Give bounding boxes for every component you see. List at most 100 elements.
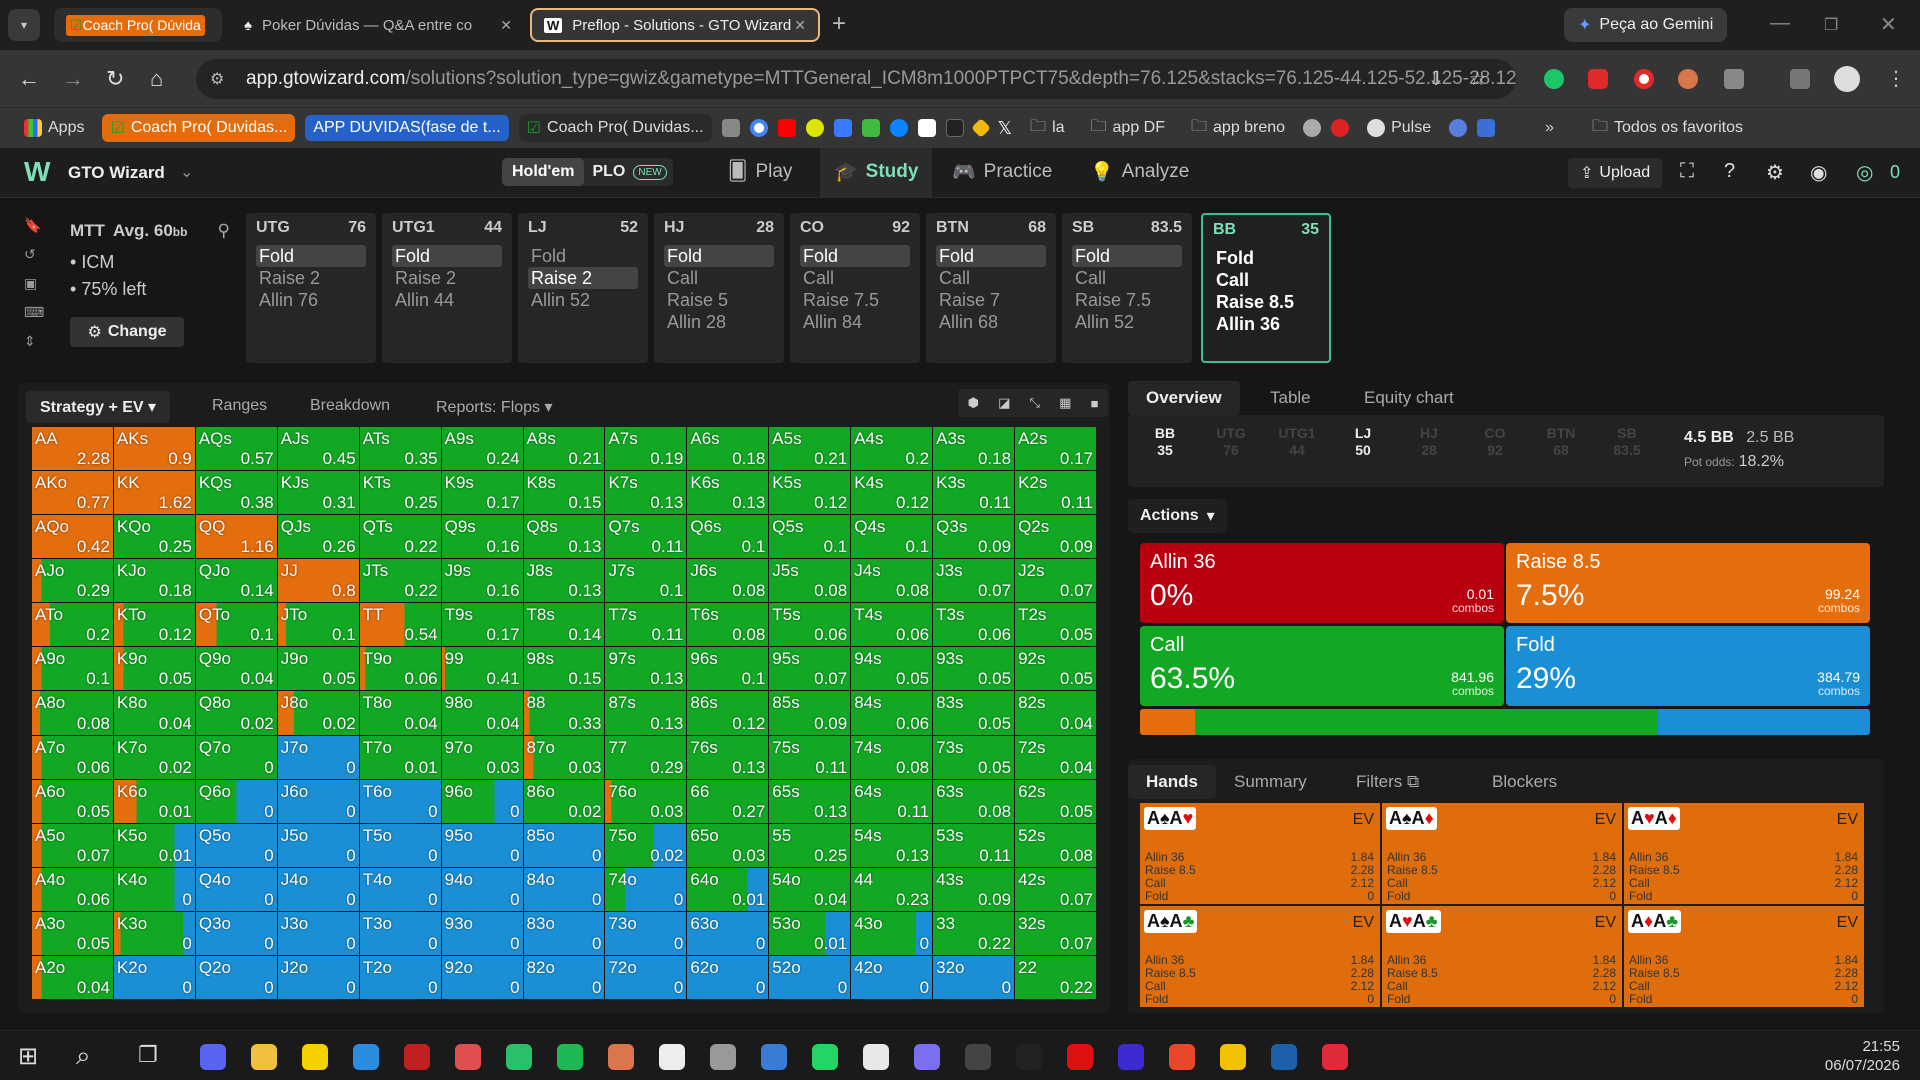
- whatsapp-icon[interactable]: [812, 1044, 838, 1070]
- pot-position-lj[interactable]: LJ 50: [1338, 425, 1388, 459]
- account-icon[interactable]: ◉: [1810, 160, 1827, 185]
- position-action[interactable]: Raise 8.5: [1213, 291, 1319, 313]
- hand-cell[interactable]: AKs 0.9: [113, 427, 195, 471]
- hand-cell[interactable]: 76o 0.03: [605, 779, 687, 823]
- minimize-icon[interactable]: —: [1770, 12, 1790, 35]
- hand-cell[interactable]: 95s 0.07: [769, 647, 851, 691]
- hand-cell[interactable]: 92s 0.05: [1015, 647, 1096, 691]
- tab-equity-chart[interactable]: Equity chart: [1346, 381, 1472, 415]
- hand-cell[interactable]: A4s 0.2: [851, 427, 933, 471]
- position-action[interactable]: Fold: [936, 245, 1046, 267]
- hand-cell[interactable]: T6s 0.08: [687, 603, 769, 647]
- tab-hands[interactable]: Hands: [1128, 765, 1216, 799]
- hand-cell[interactable]: 88 0.33: [523, 691, 605, 735]
- hand-cell[interactable]: 82s 0.04: [1015, 691, 1096, 735]
- grid-view-icon[interactable]: ▦: [1059, 395, 1071, 411]
- pot-position-hj[interactable]: HJ 28: [1404, 425, 1454, 459]
- hand-cell[interactable]: A2o 0.04: [32, 955, 113, 999]
- hand-cell[interactable]: Q4o 0: [195, 867, 277, 911]
- cortana-icon[interactable]: [353, 1044, 379, 1070]
- sb-icon[interactable]: [1271, 1044, 1297, 1070]
- tab-strategy-ev[interactable]: Strategy + EV ▾: [26, 391, 171, 423]
- position-action[interactable]: Allin 44: [392, 289, 502, 311]
- position-action[interactable]: Call: [936, 267, 1046, 289]
- position-card-btn[interactable]: BTN 68 Fold Call Raise 7 Allin 68: [926, 213, 1056, 363]
- position-card-utg1[interactable]: UTG1 44 Fold Raise 2 Allin 44: [382, 213, 512, 363]
- extension-icon-4[interactable]: [1678, 69, 1698, 89]
- site-info-icon[interactable]: ⚙: [210, 69, 224, 89]
- tab-filters[interactable]: Filters ⧉: [1338, 765, 1437, 799]
- hand-cell[interactable]: 62o 0: [687, 955, 769, 999]
- hand-cell[interactable]: QJs 0.26: [277, 515, 359, 559]
- browser-menu-icon[interactable]: ⋮: [1886, 66, 1906, 91]
- hand-cell[interactable]: 22 0.22: [1015, 955, 1096, 999]
- hand-cell[interactable]: J3s 0.07: [933, 559, 1015, 603]
- hand-cell[interactable]: T2s 0.05: [1015, 603, 1096, 647]
- hand-cell[interactable]: 76s 0.13: [687, 735, 769, 779]
- sticky-notes-icon[interactable]: [302, 1044, 328, 1070]
- bookmark-chart-icon[interactable]: [945, 119, 964, 137]
- hand-cell[interactable]: K6o 0.01: [113, 779, 195, 823]
- task-view-icon[interactable]: ❐: [138, 1042, 158, 1068]
- bookmark-red-icon[interactable]: [1331, 119, 1350, 137]
- hand-cell[interactable]: K6s 0.13: [687, 471, 769, 515]
- hand-cell[interactable]: J4o 0: [277, 867, 359, 911]
- notion-icon[interactable]: [659, 1044, 685, 1070]
- hand-cell[interactable]: ATs 0.35: [359, 427, 441, 471]
- hand-cell[interactable]: A9s 0.24: [441, 427, 523, 471]
- hand-cell[interactable]: Q9s 0.16: [441, 515, 523, 559]
- restore-icon[interactable]: ❐: [1824, 15, 1838, 35]
- x-icon[interactable]: 𝕏: [998, 118, 1013, 139]
- hand-cell[interactable]: 65s 0.13: [769, 779, 851, 823]
- google-icon[interactable]: [749, 119, 768, 137]
- hand-cell[interactable]: JTo 0.1: [277, 603, 359, 647]
- position-action[interactable]: Raise 2: [256, 267, 366, 289]
- bookmark-coach-pro-2[interactable]: ☑ Coach Pro( Duvidas...: [518, 114, 712, 142]
- position-action[interactable]: Raise 2: [528, 267, 638, 289]
- hand-cell[interactable]: 52o 0: [769, 955, 851, 999]
- position-card-hj[interactable]: HJ 28 Fold Call Raise 5 Allin 28: [654, 213, 784, 363]
- hand-cell[interactable]: QTs 0.22: [359, 515, 441, 559]
- hand-cell[interactable]: 44 0.23: [851, 867, 933, 911]
- zoom-icon[interactable]: [914, 1044, 940, 1070]
- position-action[interactable]: Allin 36: [1213, 313, 1319, 335]
- position-action[interactable]: Allin 84: [800, 311, 910, 333]
- hand-cell[interactable]: K9o 0.05: [113, 647, 195, 691]
- settings-gear-icon[interactable]: ⚙: [1766, 160, 1784, 185]
- bookmark-folder-la[interactable]: 🗀 la: [1022, 111, 1072, 146]
- hand-cell[interactable]: A3o 0.05: [32, 911, 113, 955]
- hand-cell[interactable]: Q2o 0: [195, 955, 277, 999]
- hand-cell[interactable]: QJo 0.14: [195, 559, 277, 603]
- hand-cell[interactable]: Q6s 0.1: [687, 515, 769, 559]
- nav-analyze[interactable]: 💡 Analyze: [1090, 160, 1189, 184]
- action-box-raise-8-5[interactable]: Raise 8.5 7.5% 99.24 combos: [1506, 543, 1870, 623]
- hand-cell[interactable]: Q8s 0.13: [523, 515, 605, 559]
- tab-blockers[interactable]: Blockers: [1474, 765, 1575, 799]
- bookmark-folder-app-df[interactable]: 🗀 app DF: [1083, 111, 1173, 146]
- extensions-puzzle-icon[interactable]: [1724, 69, 1744, 89]
- shield-app-icon[interactable]: [506, 1044, 532, 1070]
- calculator-icon[interactable]: [761, 1044, 787, 1070]
- actions-dropdown[interactable]: Actions ▾: [1128, 499, 1227, 533]
- pot-position-btn[interactable]: BTN 68: [1536, 425, 1586, 459]
- file-explorer-icon[interactable]: [251, 1044, 277, 1070]
- bookmark-tm-icon[interactable]: [917, 119, 936, 137]
- hand-cell[interactable]: T2o 0: [359, 955, 441, 999]
- action-box-allin-36[interactable]: Allin 36 0% 0.01 combos: [1140, 543, 1504, 623]
- brand-name[interactable]: GTO Wizard: [68, 163, 165, 183]
- hand-cell[interactable]: 72s 0.04: [1015, 735, 1096, 779]
- gemini-button[interactable]: ✦ Peça ao Gemini: [1564, 8, 1728, 42]
- hand-cell[interactable]: KQs 0.38: [195, 471, 277, 515]
- bookmark-leaf-icon[interactable]: [861, 119, 880, 137]
- extension-icon-1[interactable]: [1544, 69, 1564, 89]
- compress-icon[interactable]: ⤡: [1030, 395, 1040, 411]
- windows-start-icon[interactable]: ⊞: [18, 1042, 38, 1071]
- game-icon[interactable]: [404, 1044, 430, 1070]
- hand-cell[interactable]: AQs 0.57: [195, 427, 277, 471]
- chrome-icon[interactable]: [863, 1044, 889, 1070]
- hand-cell[interactable]: 52s 0.08: [1015, 823, 1096, 867]
- hand-cell[interactable]: AKo 0.77: [32, 471, 113, 515]
- hand-combo-cell[interactable]: A♦A♣ EV Allin 36 1.84 Raise 8.5 2.28 Call 2.12 F…: [1624, 906, 1864, 1007]
- messenger-icon[interactable]: [889, 119, 908, 137]
- hand-cell[interactable]: AJo 0.29: [32, 559, 113, 603]
